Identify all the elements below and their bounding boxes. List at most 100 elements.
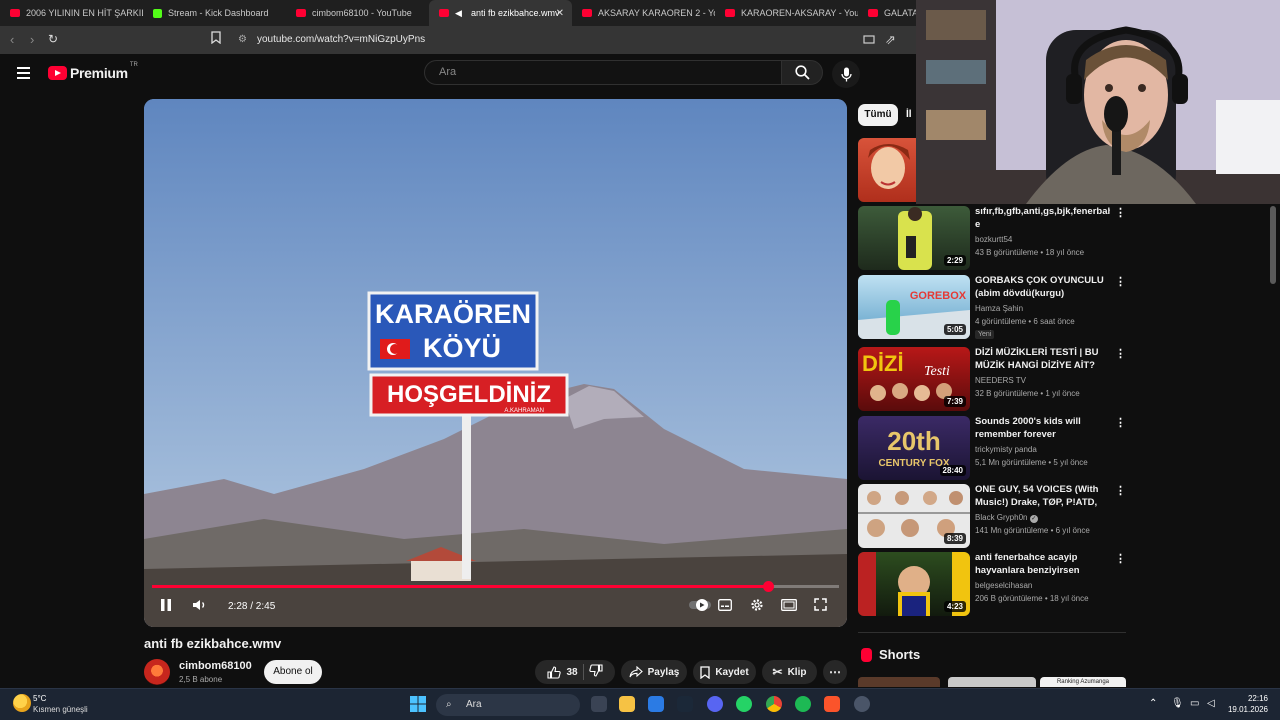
recommendation-item[interactable]: DİZİ Testi 7:39 DİZİ MÜZİKLERİ TESTİ | BU… <box>858 347 1138 411</box>
video-thumbnail[interactable]: DİZİ Testi 7:39 <box>858 347 970 411</box>
discord-icon[interactable] <box>707 696 723 712</box>
recommendation-channel[interactable]: NEEDERS TV <box>975 376 1026 385</box>
progress-bar[interactable] <box>152 581 839 592</box>
video-player[interactable]: KARAÖREN KÖYÜ HOŞGELDİNİZ A.KAHRAMAN 2:2… <box>144 99 847 627</box>
voice-search-button[interactable] <box>832 60 860 88</box>
site-info-icon[interactable]: ⚙ <box>238 30 247 50</box>
video-thumbnail[interactable]: 20th CENTURY FOX 28:40 <box>858 416 970 480</box>
video-thumbnail[interactable]: 4:23 <box>858 552 970 616</box>
close-icon[interactable]: ✕ <box>556 8 564 19</box>
forward-icon[interactable]: › <box>30 32 34 47</box>
recommendation-item[interactable]: 2:29 sıfır,fb,gfb,anti,gs,bjk,fenerbahç … <box>858 206 1138 270</box>
dislike-button[interactable] <box>588 664 603 680</box>
recommendation-title[interactable]: ONE GUY, 54 VOICES (With Music!) Drake, … <box>975 483 1110 509</box>
more-vertical-icon[interactable]: ⋮ <box>1115 486 1126 497</box>
thumbs-up-icon <box>547 665 562 679</box>
recommendation-item[interactable]: GOREBOX 5:05 GORBAKS ÇOK OYUNCULU (abim … <box>858 275 1138 339</box>
volume-tray-icon[interactable]: ◁ <box>1207 698 1215 709</box>
short-thumbnail[interactable] <box>948 677 1036 687</box>
search-input[interactable]: Ara <box>424 60 782 85</box>
back-icon[interactable]: ‹ <box>10 32 14 47</box>
chrome-icon[interactable] <box>766 696 782 712</box>
short-thumbnail[interactable] <box>858 677 940 687</box>
whatsapp-icon[interactable] <box>736 696 752 712</box>
channel-avatar[interactable] <box>144 659 170 685</box>
video-thumbnail[interactable]: 8:39 <box>858 484 970 548</box>
video-thumbnail[interactable]: GOREBOX 5:05 <box>858 275 970 339</box>
recommendation-title[interactable]: sıfır,fb,gfb,anti,gs,bjk,fenerbahç e <box>975 205 1110 231</box>
recommendation-channel[interactable]: trickymisty panda <box>975 445 1037 454</box>
recommendation-title[interactable]: DİZİ MÜZİKLERİ TESTİ | BU MÜZİK HANGİ Dİ… <box>975 346 1110 372</box>
browser-tab[interactable]: 2006 YILININ EN HİT ŞARKILAR <box>0 0 143 26</box>
more-vertical-icon[interactable]: ⋮ <box>1115 277 1126 288</box>
youtube-premium-logo[interactable]: Premium TR <box>48 62 138 81</box>
tab-title: Stream - Kick Dashboard <box>168 8 269 18</box>
brave-icon[interactable] <box>824 696 840 712</box>
browser-tab[interactable]: KARAOREN-AKSARAY - YouTu <box>715 0 858 26</box>
search-button[interactable] <box>781 60 823 85</box>
subscribe-button[interactable]: Abone ol <box>264 660 322 684</box>
channel-label: Black Gryph0n <box>975 513 1028 522</box>
recommendation-title[interactable]: Sounds 2000's kids will remember forever <box>975 415 1110 441</box>
pause-button[interactable] <box>160 598 172 616</box>
share-icon[interactable]: ⇗ <box>885 32 896 48</box>
recommendation-meta: 43 B görüntüleme • 18 yıl önce <box>975 248 1085 257</box>
recommendation-title[interactable]: GORBAKS ÇOK OYUNCULU (abim dövdü(kurgu) <box>975 274 1110 300</box>
chevron-up-icon[interactable]: ⌃ <box>1149 698 1157 709</box>
microphone-tray-icon[interactable]: 🎙 <box>1171 698 1184 709</box>
url-field[interactable]: ⚙ youtube.com/watch?v=mNiGzpUyPns <box>230 30 870 50</box>
subtitles-button[interactable] <box>718 598 732 616</box>
spotify-icon[interactable] <box>795 696 811 712</box>
recommendation-channel[interactable]: bozkurtt54 <box>975 235 1012 244</box>
recommendation-title[interactable]: anti fenerbahce acayip hayvanlara benziy… <box>975 551 1110 577</box>
browser-tab-active[interactable]: ◀ anti fb ezikbahce.wmv ✕ <box>429 0 572 26</box>
save-button[interactable]: Kaydet <box>693 660 756 684</box>
browser-tab[interactable]: AKSARAY KARAOREN 2 - YouT <box>572 0 715 26</box>
settings-app-icon[interactable] <box>854 696 870 712</box>
task-view-icon[interactable] <box>591 696 607 712</box>
speaker-icon[interactable]: ◀ <box>455 9 465 18</box>
recommendation-channel[interactable]: Hamza Şahin <box>975 304 1023 313</box>
browser-tab[interactable]: Stream - Kick Dashboard <box>143 0 286 26</box>
scrollbar-thumb[interactable] <box>1270 206 1276 284</box>
youtube-icon <box>439 9 449 17</box>
weather-icon[interactable] <box>13 694 31 712</box>
more-vertical-icon[interactable]: ⋮ <box>1115 418 1126 429</box>
more-actions-button[interactable]: ⋯ <box>823 660 847 684</box>
autoplay-toggle[interactable] <box>689 598 711 616</box>
clip-button[interactable]: ✂ Klip <box>762 660 817 684</box>
video-thumbnail[interactable]: 2:29 <box>858 206 970 270</box>
recommendation-item[interactable]: 8:39 ONE GUY, 54 VOICES (With Music!) Dr… <box>858 484 1138 548</box>
file-explorer-icon[interactable] <box>619 696 635 712</box>
share-button[interactable]: Paylaş <box>621 660 687 684</box>
volume-button[interactable] <box>192 598 208 616</box>
like-button[interactable]: 38 <box>547 665 578 679</box>
partial-thumbnail[interactable] <box>858 138 918 202</box>
network-icon[interactable]: ▭ <box>1190 698 1199 709</box>
fullscreen-button[interactable] <box>814 598 827 616</box>
store-icon[interactable] <box>648 696 664 712</box>
channel-name[interactable]: cimbom68100 <box>179 660 252 672</box>
subtitles-icon <box>718 599 732 611</box>
recommendation-channel[interactable]: Black Gryph0n ✓ <box>975 513 1038 523</box>
more-vertical-icon[interactable]: ⋮ <box>1115 349 1126 360</box>
url-text: youtube.com/watch?v=mNiGzpUyPns <box>257 34 426 45</box>
menu-icon[interactable] <box>17 67 30 79</box>
recommendation-item[interactable]: 4:23 anti fenerbahce acayip hayvanlara b… <box>858 552 1138 616</box>
bookmark-icon[interactable] <box>211 31 221 47</box>
chip-all[interactable]: Tümü <box>858 104 898 126</box>
more-vertical-icon[interactable]: ⋮ <box>1115 554 1126 565</box>
steam-icon[interactable] <box>677 696 693 712</box>
settings-button[interactable] <box>750 598 764 616</box>
theater-mode-button[interactable] <box>781 598 797 616</box>
clock-date: 19.01.2026 <box>1227 705 1268 714</box>
reload-icon[interactable]: ↻ <box>48 32 58 46</box>
browser-tab[interactable]: cimbom68100 - YouTube <box>286 0 429 26</box>
recommendation-item[interactable]: 20th CENTURY FOX 28:40 Sounds 2000's kids… <box>858 416 1138 480</box>
more-vertical-icon[interactable]: ⋮ <box>1115 208 1126 219</box>
windows-start-icon[interactable] <box>410 696 426 712</box>
cast-icon[interactable] <box>863 33 875 48</box>
short-thumbnail[interactable]: Ranking Azumanga <box>1040 677 1126 687</box>
taskbar-search[interactable]: ⌕ Ara <box>436 694 580 716</box>
recommendation-channel[interactable]: belgeselcihasan <box>975 581 1032 590</box>
